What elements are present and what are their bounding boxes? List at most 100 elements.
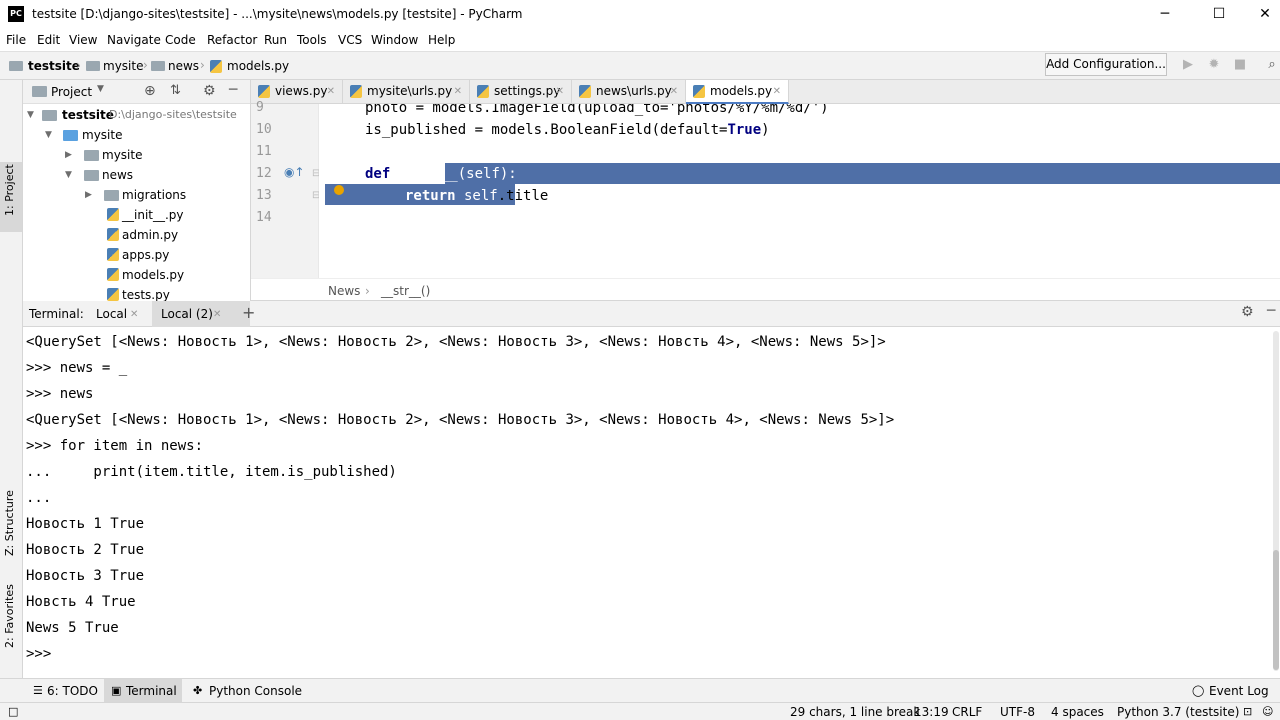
file-encoding[interactable]: UTF-8	[1000, 705, 1035, 719]
layout-toggle-icon[interactable]: □	[8, 705, 18, 718]
tree-label: news	[102, 168, 134, 182]
breadcrumb-method[interactable]: __str__()	[381, 284, 430, 298]
stop-icon[interactable]: ■	[1233, 58, 1247, 72]
tree-item-tests[interactable]: tests.py	[23, 285, 250, 301]
close-tab-icon[interactable]: ✕	[670, 80, 678, 103]
locate-icon[interactable]: ⊕	[144, 83, 156, 99]
nav-crumb-models[interactable]: models.py	[227, 59, 289, 73]
code-line-9: photo = models.ImageField(upload_to='pho…	[365, 104, 829, 116]
nav-crumb-mysite[interactable]: mysite	[103, 59, 143, 73]
structure-tool-tab[interactable]: Z: Structure	[3, 490, 16, 556]
tree-item-migrations[interactable]: ▶ migrations	[23, 185, 250, 205]
hide-icon[interactable]: ─	[1267, 303, 1275, 319]
menu-code[interactable]: Code	[165, 33, 196, 47]
tree-item-testsite[interactable]: ▼ testsite D:\django-sites\testsite	[23, 105, 250, 125]
menu-run[interactable]: Run	[264, 33, 287, 47]
terminal-output[interactable]: <QuerySet [<News: Новость 1>, <News: Нов…	[23, 327, 1280, 678]
bottom-tool-bar: ☰ 6: TODO ▣ Terminal ✤ Python Console ◯ …	[0, 678, 1280, 703]
menu-file[interactable]: File	[6, 33, 26, 47]
close-tab-icon[interactable]: ✕	[773, 80, 781, 103]
close-tab-icon[interactable]: ✕	[556, 80, 564, 103]
python-console-tool-tab[interactable]: Python Console	[209, 684, 302, 698]
minimize-button[interactable]: ─	[1142, 0, 1188, 29]
terminal-line: ...	[26, 490, 52, 506]
new-terminal-button[interactable]: +	[242, 303, 255, 322]
terminal-line: >>> news = _	[26, 360, 128, 376]
indent-setting[interactable]: 4 spaces	[1051, 705, 1104, 719]
tree-item-apps[interactable]: apps.py	[23, 245, 250, 265]
terminal-line: >>> news	[26, 386, 94, 402]
breadcrumb-class[interactable]: News	[328, 284, 360, 298]
terminal-scrollbar-thumb[interactable]	[1273, 550, 1279, 670]
lock-icon[interactable]: ⊡	[1243, 705, 1252, 718]
close-window-button[interactable]: ✕	[1242, 0, 1280, 29]
todo-tool-tab[interactable]: 6: TODO	[47, 684, 98, 698]
todo-icon: ☰	[33, 684, 43, 697]
expanded-arrow-icon[interactable]: ▼	[27, 105, 34, 125]
tree-item-mysite[interactable]: ▶ mysite	[23, 145, 250, 165]
python-interpreter[interactable]: Python 3.7 (testsite)	[1117, 705, 1239, 719]
tab-news-urls-py[interactable]: news\urls.py ✕	[572, 80, 686, 104]
code-editor[interactable]: photo = models.ImageField(upload_to='pho…	[319, 104, 1280, 278]
menu-vcs[interactable]: VCS	[338, 33, 362, 47]
hide-icon[interactable]: ─	[229, 82, 237, 98]
favorites-tool-tab[interactable]: 2: Favorites	[3, 584, 16, 648]
collapse-all-icon[interactable]: ⇅	[170, 83, 181, 98]
gear-icon[interactable]: ⚙	[203, 83, 216, 99]
collapsed-arrow-icon[interactable]: ▶	[85, 185, 92, 205]
menu-window[interactable]: Window	[371, 33, 418, 47]
nav-crumb-testsite[interactable]: testsite	[28, 59, 80, 73]
expanded-arrow-icon[interactable]: ▼	[45, 125, 52, 145]
nav-crumb-news[interactable]: news	[168, 59, 199, 73]
tree-label: migrations	[122, 188, 187, 202]
menu-tools[interactable]: Tools	[297, 33, 327, 47]
search-icon[interactable]: ⌕	[1265, 58, 1279, 72]
tab-mysite-urls-py[interactable]: mysite\urls.py ✕	[343, 80, 470, 104]
maximize-button[interactable]: ☐	[1196, 0, 1242, 29]
menu-navigate[interactable]: Navigate	[107, 33, 161, 47]
project-view-selector[interactable]: Project	[51, 85, 92, 99]
run-icon[interactable]: ▶	[1181, 58, 1195, 72]
python-file-icon	[107, 268, 119, 281]
close-tab-icon[interactable]: ✕	[130, 309, 138, 320]
code-self: self	[455, 188, 498, 204]
close-tab-icon[interactable]: ✕	[327, 80, 335, 103]
tree-item-admin[interactable]: admin.py	[23, 225, 250, 245]
code-selected-text: __str__(self):	[390, 166, 517, 182]
event-log-tool-tab[interactable]: Event Log	[1209, 684, 1269, 698]
menu-refactor[interactable]: Refactor	[207, 33, 257, 47]
close-tab-icon[interactable]: ✕	[454, 80, 462, 103]
inspector-icon[interactable]: ☺	[1262, 705, 1273, 718]
terminal-tab-local-2[interactable]: Local (2)	[161, 307, 213, 321]
collapsed-arrow-icon[interactable]: ▶	[65, 145, 72, 165]
terminal-tab-local[interactable]: Local	[96, 307, 127, 321]
menu-help[interactable]: Help	[428, 33, 455, 47]
tab-settings-py[interactable]: settings.py ✕	[470, 80, 572, 104]
tree-item-init[interactable]: __init__.py	[23, 205, 250, 225]
tree-item-models[interactable]: models.py	[23, 265, 250, 285]
folder-icon	[104, 190, 119, 201]
status-bar: □ 29 chars, 1 line break 13:19 CRLF UTF-…	[0, 702, 1280, 720]
expanded-arrow-icon[interactable]: ▼	[65, 165, 72, 185]
override-method-icon[interactable]: ◉↑	[284, 165, 305, 179]
debug-icon[interactable]: ✹	[1207, 58, 1221, 72]
add-configuration-button[interactable]: Add Configuration...	[1045, 53, 1167, 76]
terminal-tool-tab[interactable]: Terminal	[126, 684, 177, 698]
tab-views-py[interactable]: views.py ✕	[251, 80, 343, 104]
tree-item-mysite-root[interactable]: ▼ mysite	[23, 125, 250, 145]
gear-icon[interactable]: ⚙	[1241, 304, 1254, 320]
tree-item-news[interactable]: ▼ news	[23, 165, 250, 185]
selection-info: 29 chars, 1 line break	[790, 705, 921, 719]
tab-models-py[interactable]: models.py ✕	[686, 80, 789, 104]
menu-view[interactable]: View	[69, 33, 97, 47]
project-tool-tab[interactable]: 1: Project	[3, 164, 16, 216]
intention-bulb-icon[interactable]	[334, 185, 344, 195]
tree-label: admin.py	[122, 228, 179, 242]
menu-edit[interactable]: Edit	[37, 33, 60, 47]
line-separator[interactable]: CRLF	[952, 705, 982, 719]
tab-label: settings.py	[494, 84, 561, 98]
tab-label: mysite\urls.py	[367, 84, 453, 98]
close-tab-icon[interactable]: ✕	[213, 309, 221, 320]
caret-position[interactable]: 13:19	[914, 705, 949, 719]
chevron-down-icon[interactable]: ▼	[97, 84, 104, 94]
